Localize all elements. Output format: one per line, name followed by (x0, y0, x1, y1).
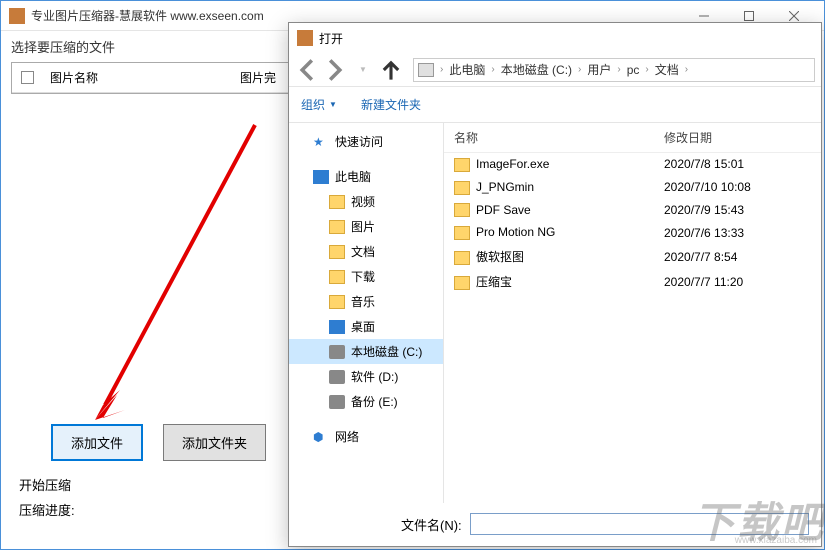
breadcrumb-item[interactable]: 用户 (587, 61, 611, 78)
folder-icon (454, 226, 470, 240)
file-date: 2020/7/7 11:20 (664, 275, 811, 289)
breadcrumb[interactable]: › 此电脑 › 本地磁盘 (C:) › 用户 › pc › 文档 › (413, 58, 815, 82)
breadcrumb-item[interactable]: 文档 (655, 61, 679, 78)
breadcrumb-item[interactable]: 本地磁盘 (C:) (501, 61, 572, 78)
forward-button[interactable] (323, 58, 347, 82)
filename-label: 文件名(N): (401, 515, 462, 534)
file-date: 2020/7/10 10:08 (664, 180, 811, 194)
folder-icon (454, 251, 470, 265)
add-file-button[interactable]: 添加文件 (51, 424, 143, 461)
disk-icon (329, 345, 345, 359)
pc-icon (313, 170, 329, 184)
dialog-nav: ▼ › 此电脑 › 本地磁盘 (C:) › 用户 › pc › 文档 › (289, 53, 821, 87)
breadcrumb-item[interactable]: 此电脑 (449, 61, 485, 78)
folder-icon (329, 270, 345, 284)
star-icon: ★ (313, 135, 329, 149)
new-folder-button[interactable]: 新建文件夹 (361, 96, 421, 113)
dialog-titlebar: 打开 (289, 23, 821, 53)
chevron-right-icon: › (645, 64, 648, 75)
file-date: 2020/7/7 8:54 (664, 250, 811, 264)
file-name: ImageFor.exe (476, 157, 549, 171)
folder-icon (454, 203, 470, 217)
column-date[interactable]: 修改日期 (664, 129, 811, 146)
file-date: 2020/7/8 15:01 (664, 157, 811, 171)
folder-icon (454, 181, 470, 195)
chevron-right-icon: › (617, 64, 620, 75)
tree-disk-d[interactable]: 软件 (D:) (289, 364, 443, 389)
filename-input[interactable] (470, 513, 809, 535)
file-name: PDF Save (476, 203, 531, 217)
file-list: 名称 修改日期 ImageFor.exe 2020/7/8 15:01 J_PNGm… (444, 123, 821, 503)
list-item[interactable]: ImageFor.exe 2020/7/8 15:01 (444, 153, 821, 176)
recent-dropdown[interactable]: ▼ (351, 58, 375, 82)
chevron-right-icon: › (578, 64, 581, 75)
tree-disk-e[interactable]: 备份 (E:) (289, 389, 443, 414)
list-item[interactable]: PDF Save 2020/7/9 15:43 (444, 199, 821, 222)
tree-disk-c[interactable]: 本地磁盘 (C:) (289, 339, 443, 364)
disk-icon (329, 370, 345, 384)
dialog-toolbar: 组织▼ 新建文件夹 (289, 87, 821, 123)
dialog-icon (297, 30, 313, 46)
tree-pictures[interactable]: 图片 (289, 214, 443, 239)
add-folder-button[interactable]: 添加文件夹 (163, 424, 266, 461)
file-date: 2020/7/9 15:43 (664, 203, 811, 217)
list-item[interactable]: 压缩宝 2020/7/7 11:20 (444, 269, 821, 294)
chevron-right-icon: › (685, 64, 688, 75)
list-item[interactable]: 傲软抠图 2020/7/7 8:54 (444, 244, 821, 269)
tree-this-pc[interactable]: 此电脑 (289, 164, 443, 189)
file-list-header: 名称 修改日期 (444, 123, 821, 153)
folder-icon (329, 195, 345, 209)
folder-icon (329, 245, 345, 259)
open-dialog: 打开 ▼ › 此电脑 › 本地磁盘 (C:) › 用户 › pc › 文档 › … (288, 22, 822, 547)
folder-icon (454, 276, 470, 290)
pc-icon (418, 63, 434, 77)
file-name: 傲软抠图 (476, 250, 524, 264)
breadcrumb-item[interactable]: pc (627, 63, 640, 77)
tree-documents[interactable]: 文档 (289, 239, 443, 264)
chevron-right-icon: › (440, 64, 443, 75)
column-name[interactable]: 名称 (454, 129, 664, 146)
file-name: J_PNGmin (476, 180, 534, 194)
tree-quick-access[interactable]: ★快速访问 (289, 129, 443, 154)
tree-videos[interactable]: 视频 (289, 189, 443, 214)
organize-menu[interactable]: 组织▼ (301, 96, 337, 113)
folder-icon (329, 220, 345, 234)
select-all-column[interactable] (12, 63, 42, 92)
desktop-icon (329, 320, 345, 334)
dialog-title: 打开 (319, 30, 343, 47)
folder-icon (329, 295, 345, 309)
up-button[interactable] (379, 58, 403, 82)
file-date: 2020/7/6 13:33 (664, 226, 811, 240)
dialog-footer: 文件名(N): (289, 503, 821, 545)
column-name[interactable]: 图片名称 (42, 63, 232, 92)
list-item[interactable]: J_PNGmin 2020/7/10 10:08 (444, 176, 821, 199)
network-icon: ⬢ (313, 430, 329, 444)
tree-music[interactable]: 音乐 (289, 289, 443, 314)
tree-downloads[interactable]: 下载 (289, 264, 443, 289)
tree-desktop[interactable]: 桌面 (289, 314, 443, 339)
tree-network[interactable]: ⬢网络 (289, 424, 443, 449)
checkbox-icon[interactable] (21, 71, 34, 84)
folder-icon (454, 158, 470, 172)
file-name: 压缩宝 (476, 275, 512, 289)
list-item[interactable]: Pro Motion NG 2020/7/6 13:33 (444, 221, 821, 244)
file-name: Pro Motion NG (476, 225, 555, 239)
chevron-right-icon: › (491, 64, 494, 75)
nav-tree: ★快速访问 此电脑 视频 图片 文档 下载 音乐 桌面 本地磁盘 (C:) 软件… (289, 123, 444, 503)
app-icon (9, 8, 25, 24)
back-button[interactable] (295, 58, 319, 82)
dialog-body: ★快速访问 此电脑 视频 图片 文档 下载 音乐 桌面 本地磁盘 (C:) 软件… (289, 123, 821, 503)
chevron-down-icon: ▼ (329, 100, 337, 109)
disk-icon (329, 395, 345, 409)
